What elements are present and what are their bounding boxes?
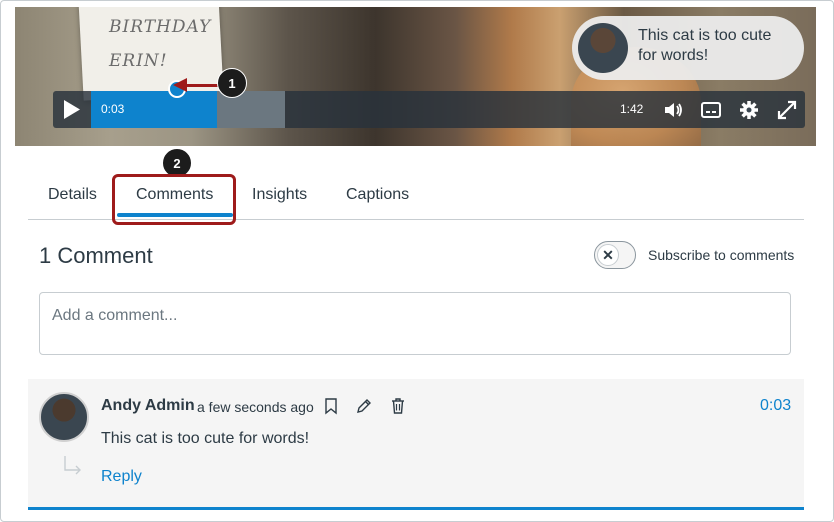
card-text-line2: ERIN! [109, 51, 168, 71]
comment-body: This cat is too cute for words! [101, 430, 310, 447]
settings-icon[interactable] [738, 99, 760, 121]
callout-highlight-box [112, 174, 236, 225]
avatar [39, 392, 89, 442]
card-text-line1: BIRTHDAY [109, 17, 212, 37]
tab-captions[interactable]: Captions [346, 186, 409, 204]
comment-author: Andy Admin [101, 397, 195, 414]
current-time: 0:03 [101, 102, 125, 116]
reply-arrow-icon [64, 456, 81, 475]
callout-arrow-line [186, 84, 218, 87]
video-player[interactable]: BIRTHDAY ERIN! This cat is too cute for … [15, 7, 816, 146]
player-controls: 0:03 1:42 [53, 91, 805, 128]
play-button[interactable] [53, 91, 91, 128]
edit-icon[interactable] [355, 397, 373, 415]
subscribe-toggle[interactable]: ✕ [594, 241, 636, 269]
comment-timestamp-link[interactable]: 0:03 [760, 397, 791, 415]
avatar [578, 23, 628, 73]
captions-icon[interactable] [700, 99, 722, 121]
bubble-comment-text: This cat is too cute for words! [638, 27, 772, 64]
bookmark-icon[interactable] [322, 397, 340, 415]
tab-insights[interactable]: Insights [252, 186, 307, 204]
callout-badge-1: 1 [217, 68, 247, 98]
tab-details[interactable]: Details [48, 186, 97, 204]
comment-input-placeholder: Add a comment... [52, 307, 178, 324]
duration-time: 1:42 [620, 102, 644, 116]
play-icon [64, 100, 80, 119]
fullscreen-icon[interactable] [776, 99, 798, 121]
comment-bubble-overlay: This cat is too cute for words! [572, 16, 804, 80]
delete-icon[interactable] [389, 397, 407, 415]
comment-input[interactable]: Add a comment... [39, 292, 791, 355]
comment-time-ago: a few seconds ago [197, 399, 314, 415]
reply-link[interactable]: Reply [101, 468, 142, 486]
subscribe-label: Subscribe to comments [648, 247, 795, 263]
media-page: BIRTHDAY ERIN! This cat is too cute for … [0, 0, 834, 522]
callout-arrow-head [173, 78, 187, 92]
comment-item: Andy Admin a few seconds ago 0:03 This c… [28, 379, 804, 510]
comment-count-heading: 1 Comment [39, 243, 153, 268]
toggle-off-icon: ✕ [597, 244, 619, 266]
volume-icon[interactable] [662, 99, 684, 121]
